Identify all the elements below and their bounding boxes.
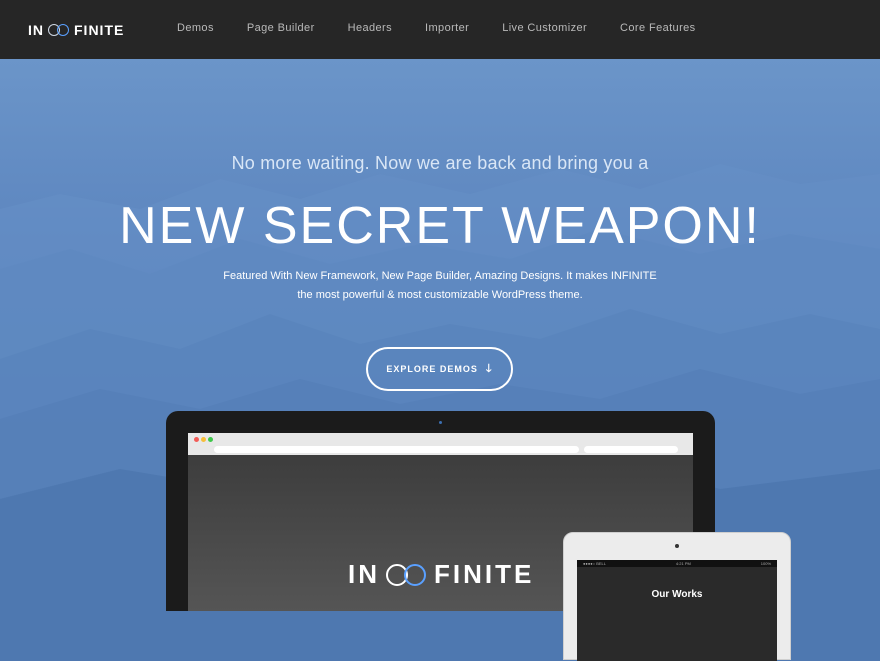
camera-dot-icon: [439, 421, 442, 424]
hero-subtitle: No more waiting. Now we are back and bri…: [231, 153, 649, 173]
menu-item-live-customizer[interactable]: Live Customizer: [502, 22, 587, 34]
top-navbar: IN FINITE Demos Page Builder Headers Imp…: [0, 0, 880, 59]
browser-toolbar: [188, 433, 693, 455]
browser-search-bar: [584, 446, 678, 453]
tablet-status-left: ●●●●○ BELL: [583, 561, 606, 566]
tablet-screen: ●●●●○ BELL 4:21 PM 100% Our Works: [577, 560, 777, 661]
infinity-rings-icon: [386, 563, 428, 586]
minimize-dot-icon: [201, 437, 206, 442]
menu-item-headers[interactable]: Headers: [348, 22, 392, 34]
logo-text-right: FINITE: [74, 22, 125, 38]
explore-demos-button[interactable]: EXPLORE DEMOS 🡓: [366, 347, 513, 391]
hero-title: NEW SECRET WEAPON!: [119, 197, 761, 255]
hero-description: Featured With New Framework, New Page Bu…: [223, 270, 657, 301]
tablet-status-bar: ●●●●○ BELL 4:21 PM 100%: [577, 560, 777, 567]
browser-url-bar: [214, 446, 579, 453]
site-logo-right: FINITE: [434, 559, 535, 589]
site-logo-left: IN: [348, 559, 380, 589]
main-menu: Demos Page Builder Headers Importer Live…: [177, 22, 729, 34]
menu-item-page-builder[interactable]: Page Builder: [247, 22, 315, 34]
site-preview-logo: IN FINITE: [348, 559, 534, 590]
site-logo[interactable]: IN FINITE: [28, 21, 124, 39]
menu-item-importer[interactable]: Importer: [425, 22, 469, 34]
logo-text-left: IN: [28, 22, 44, 38]
infinity-rings-icon: [48, 24, 70, 36]
tablet-status-center: 4:21 PM: [675, 561, 691, 566]
zoom-dot-icon: [208, 437, 213, 442]
tablet-section-title: Our Works: [651, 589, 703, 600]
tablet-status-right: 100%: [760, 561, 771, 566]
tablet-camera-icon: [675, 544, 679, 548]
tablet-mockup: ●●●●○ BELL 4:21 PM 100% Our Works: [563, 532, 791, 661]
explore-demos-label: EXPLORE DEMOS: [386, 364, 478, 374]
menu-item-core-features[interactable]: Core Features: [620, 22, 696, 34]
close-dot-icon: [194, 437, 199, 442]
arrow-down-icon: 🡓: [485, 362, 493, 375]
menu-item-demos[interactable]: Demos: [177, 22, 214, 34]
